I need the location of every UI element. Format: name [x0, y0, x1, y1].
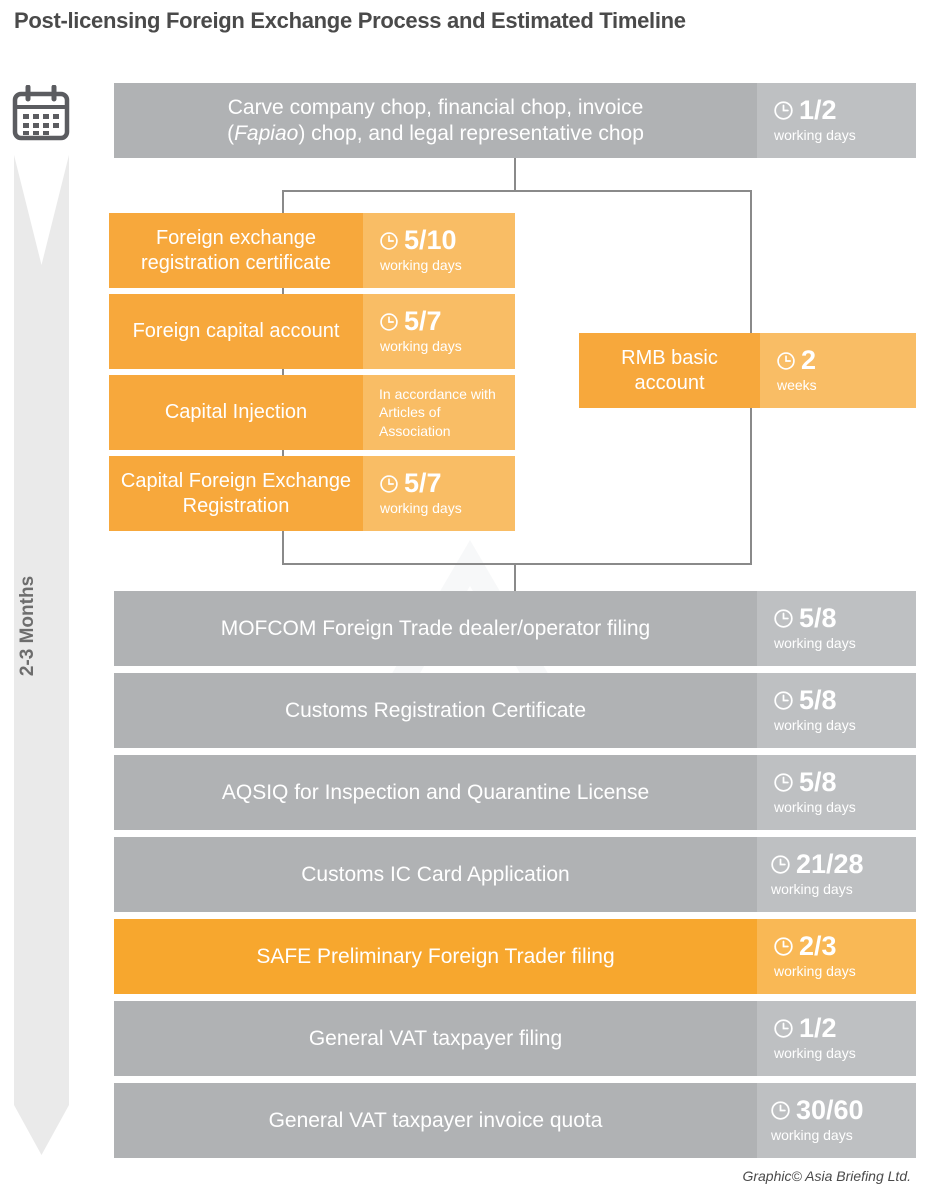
step-duration-note: In accordance with Articles of Associati… — [379, 385, 496, 439]
step-duration: 1/2 working days — [757, 83, 916, 158]
connector-trunk-vertical — [514, 158, 516, 192]
step-duration: 5/8 working days — [757, 591, 916, 666]
step-duration-value: 2 — [801, 345, 817, 376]
step-label: SAFE Preliminary Foreign Trader filing — [114, 919, 757, 994]
page-title: Post-licensing Foreign Exchange Process … — [14, 8, 686, 33]
step-label: Foreign capital account — [109, 294, 363, 369]
clock-icon — [774, 937, 793, 956]
step-duration: In accordance with Articles of Associati… — [363, 375, 515, 450]
step-duration: 5/7 working days — [363, 456, 515, 531]
step-label: Capital Foreign Exchange Registration — [109, 456, 363, 531]
step-row-aqsiq-license[interactable]: AQSIQ for Inspection and Quarantine Lice… — [114, 755, 916, 830]
step-duration: 21/28 working days — [757, 837, 916, 912]
step-row-capital-injection[interactable]: Capital Injection In accordance with Art… — [109, 375, 515, 450]
step-label: Customs Registration Certificate — [114, 673, 757, 748]
step-duration-unit: working days — [774, 635, 856, 652]
step-row-foreign-capital-account[interactable]: Foreign capital account 5/7 working days — [109, 294, 515, 369]
step-row-fx-registration-certificate[interactable]: Foreign exchange registration certificat… — [109, 213, 515, 288]
step-row-general-vat-invoice-quota[interactable]: General VAT taxpayer invoice quota 30/60… — [114, 1083, 916, 1158]
step-duration: 5/8 working days — [757, 755, 916, 830]
connector-bottom-stem — [514, 563, 516, 593]
step-duration: 1/2 working days — [757, 1001, 916, 1076]
step-label: General VAT taxpayer invoice quota — [114, 1083, 757, 1158]
step-duration-value: 5/8 — [799, 603, 837, 634]
credit-footer: Graphic© Asia Briefing Ltd. — [742, 1168, 911, 1184]
clock-icon — [380, 232, 398, 250]
calendar-icon — [12, 85, 70, 141]
clock-icon — [774, 691, 793, 710]
step-duration-value: 5/10 — [404, 225, 457, 256]
step-duration: 30/60 working days — [757, 1083, 916, 1158]
timeline-duration-label: 2-3 Months — [17, 575, 38, 677]
step-label-fapiao: Fapiao — [234, 121, 299, 145]
step-label: Capital Injection — [109, 375, 363, 450]
clock-icon — [774, 773, 793, 792]
step-duration-unit: working days — [771, 881, 853, 898]
step-duration: 5/7 working days — [363, 294, 515, 369]
step-duration-unit: weeks — [777, 377, 817, 394]
step-duration: 2 weeks — [760, 333, 916, 408]
step-duration-value: 5/8 — [799, 685, 837, 716]
step-duration-value: 1/2 — [799, 95, 837, 126]
step-label: AQSIQ for Inspection and Quarantine Lice… — [114, 755, 757, 830]
step-duration-unit: working days — [774, 963, 856, 980]
step-label: Customs IC Card Application — [114, 837, 757, 912]
step-duration-value: 5/8 — [799, 767, 837, 798]
step-duration-unit: working days — [774, 127, 856, 144]
clock-icon — [380, 313, 398, 331]
step-row-customs-registration-certificate[interactable]: Customs Registration Certificate 5/8 wor… — [114, 673, 916, 748]
step-duration-value: 21/28 — [796, 849, 864, 880]
step-duration-unit: working days — [380, 257, 462, 274]
step-duration-unit: working days — [771, 1127, 853, 1144]
step-row-customs-ic-card[interactable]: Customs IC Card Application 21/28 workin… — [114, 837, 916, 912]
clock-icon — [771, 855, 790, 874]
step-label: MOFCOM Foreign Trade dealer/operator fil… — [114, 591, 757, 666]
step-duration-value: 5/7 — [404, 468, 442, 499]
clock-icon — [380, 475, 398, 493]
step-row-capital-fx-registration[interactable]: Capital Foreign Exchange Registration 5/… — [109, 456, 515, 531]
step-duration-value: 30/60 — [796, 1095, 864, 1126]
step-duration-unit: working days — [774, 1045, 856, 1062]
step-row-rmb-basic-account[interactable]: RMB basic account 2 weeks — [579, 333, 916, 408]
clock-icon — [774, 609, 793, 628]
clock-icon — [771, 1101, 790, 1120]
step-duration-unit: working days — [774, 799, 856, 816]
step-duration-unit: working days — [380, 338, 462, 355]
step-duration: 5/8 working days — [757, 673, 916, 748]
step-label: Foreign exchange registration certificat… — [109, 213, 363, 288]
step-label: General VAT taxpayer filing — [114, 1001, 757, 1076]
step-row-carve-chops[interactable]: Carve company chop, financial chop, invo… — [114, 83, 916, 158]
clock-icon — [774, 101, 793, 120]
step-duration: 5/10 working days — [363, 213, 515, 288]
step-duration-value: 2/3 — [799, 931, 837, 962]
step-duration-value: 5/7 — [404, 306, 442, 337]
clock-icon — [774, 1019, 793, 1038]
connector-top-horizontal — [282, 190, 752, 192]
step-label: Carve company chop, financial chop, invo… — [114, 83, 757, 158]
step-label-line2-rest: ) chop, and legal representative chop — [298, 121, 644, 145]
step-row-safe-preliminary-filing[interactable]: SAFE Preliminary Foreign Trader filing 2… — [114, 919, 916, 994]
step-label-line1: Carve company chop, financial chop, invo… — [227, 95, 644, 119]
infographic-canvas: Post-licensing Foreign Exchange Process … — [0, 0, 925, 1200]
clock-icon — [777, 352, 795, 370]
step-duration: 2/3 working days — [757, 919, 916, 994]
step-label: RMB basic account — [579, 333, 760, 408]
step-duration-value: 1/2 — [799, 1013, 837, 1044]
step-duration-unit: working days — [380, 500, 462, 517]
step-duration-unit: working days — [774, 717, 856, 734]
connector-bottom-horizontal — [282, 563, 752, 565]
step-row-mofcom-filing[interactable]: MOFCOM Foreign Trade dealer/operator fil… — [114, 591, 916, 666]
step-row-general-vat-filing[interactable]: General VAT taxpayer filing 1/2 working … — [114, 1001, 916, 1076]
